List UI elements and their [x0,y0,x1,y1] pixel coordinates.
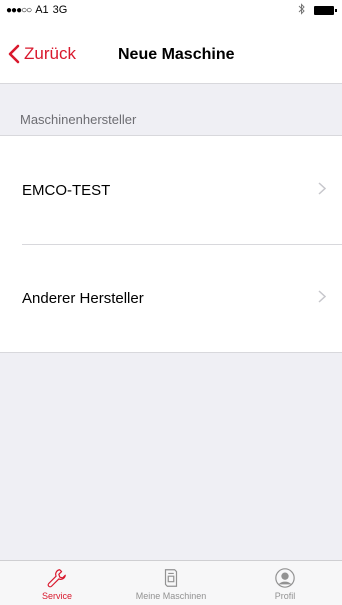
tab-service[interactable]: Service [2,567,112,601]
chevron-left-icon [8,44,20,64]
bluetooth-icon [298,2,306,18]
tab-my-machines[interactable]: Meine Maschinen [116,567,226,601]
manufacturer-list: EMCO-TEST Anderer Hersteller [0,135,342,353]
status-left: ●●●○○ A1 3G [6,4,67,16]
tab-profile[interactable]: Profil [230,567,340,601]
list-item-other-manufacturer[interactable]: Anderer Hersteller [0,244,342,352]
back-button[interactable]: Zurück [8,44,76,64]
tab-label: Profil [274,591,296,601]
page-title: Neue Maschine [118,46,235,63]
carrier-name: A1 [35,4,49,16]
tab-bar: Service Meine Maschinen Profil [0,560,342,605]
battery-icon [314,5,337,15]
list-item-label: Anderer Hersteller [22,289,144,307]
signal-strength-indicator: ●●●○○ [6,4,32,16]
section-header: Maschinenhersteller [20,112,137,127]
profile-icon [275,568,295,588]
wrench-icon [47,569,66,588]
chevron-right-icon [318,289,327,307]
status-right [298,2,337,18]
list-item-label: EMCO-TEST [22,181,111,199]
tab-label: Meine Maschinen [135,591,207,601]
tab-label: Service [41,591,72,601]
status-bar: ●●●○○ A1 3G [0,0,342,20]
machine-icon [164,569,178,587]
back-button-label: Zurück [24,44,76,63]
network-type: 3G [52,4,68,16]
list-item-emco-test[interactable]: EMCO-TEST [0,136,342,244]
chevron-right-icon [318,181,327,199]
navigation-bar: Zurück Neue Maschine [0,20,342,84]
